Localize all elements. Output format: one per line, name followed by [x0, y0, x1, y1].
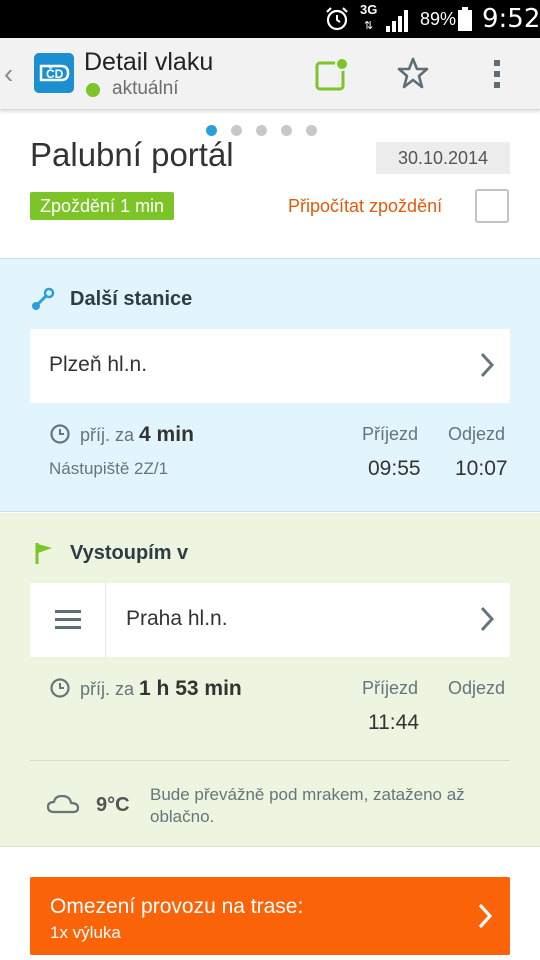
arrival-time: 09:55 — [368, 457, 421, 480]
alert-subtitle: 1x výluka — [50, 923, 121, 942]
eta-prefix: příj. za — [80, 425, 135, 445]
destination-card[interactable]: Praha hl.n. — [30, 583, 510, 657]
screen-title: Detail vlaku — [84, 48, 214, 76]
svg-text:ČD: ČD — [46, 66, 64, 81]
route-icon — [32, 287, 55, 310]
portal-icon[interactable] — [314, 56, 350, 92]
divider — [30, 760, 510, 761]
network-type: 3G — [360, 2, 378, 17]
menu-icon — [55, 610, 81, 629]
cd-logo[interactable]: ČD — [34, 53, 74, 93]
departure-time: 10:07 — [455, 457, 508, 480]
network-activity-icon: ⇅ — [364, 20, 374, 32]
eta-text: příj. za 1 h 53 min — [80, 677, 242, 701]
add-delay-label[interactable]: Připočítat zpoždění — [288, 196, 442, 217]
overflow-menu-icon[interactable] — [488, 58, 506, 90]
alarm-icon — [326, 7, 348, 31]
chevron-right-icon — [480, 606, 495, 632]
page-dot[interactable] — [206, 125, 217, 136]
menu-button[interactable] — [30, 583, 106, 657]
eta-prefix: příj. za — [80, 679, 135, 699]
service-alert-button[interactable]: Omezení provozu na trase: 1x výluka — [30, 877, 510, 955]
next-station-section: Další stanice Plzeň hl.n. příj. za 4 min… — [0, 258, 540, 512]
cloud-icon — [46, 794, 80, 814]
page-title: Palubní portál — [30, 136, 234, 173]
platform-label: Nástupiště 2Z/1 — [49, 459, 169, 478]
screen-subtitle: aktuální — [112, 78, 179, 99]
clock-icon — [50, 424, 70, 444]
flag-icon — [35, 543, 52, 564]
page-dot[interactable] — [281, 125, 292, 136]
section-title: Další stanice — [70, 288, 193, 310]
clock-time: 9:52 — [482, 4, 540, 34]
delay-badge: Zpoždění 1 min — [30, 192, 175, 220]
eta-value: 4 min — [139, 423, 194, 446]
alert-title: Omezení provozu na trase: — [50, 895, 304, 918]
page-dot[interactable] — [306, 125, 317, 136]
eta-text: příj. za 4 min — [80, 423, 194, 447]
section-title: Vystoupím v — [70, 542, 189, 564]
weather-temperature: 9°C — [96, 794, 130, 816]
arrival-header: Příjezd — [362, 424, 419, 444]
departure-header: Odjezd — [448, 678, 506, 698]
page-dot[interactable] — [256, 125, 267, 136]
page-dot[interactable] — [231, 125, 242, 136]
weather-description: Bude převážně pod mrakem, zataženo až ob… — [150, 785, 465, 826]
battery-icon — [458, 7, 472, 31]
station-name: Praha hl.n. — [126, 607, 228, 630]
status-bar: 3G ⇅ 89% 9:52 — [0, 0, 540, 38]
date-label: 30.10.2014 — [376, 142, 510, 174]
star-icon[interactable] — [396, 56, 430, 90]
signal-icon — [386, 10, 408, 32]
destination-section: Vystoupím v Praha hl.n. příj. za 1 h 53 … — [0, 513, 540, 847]
departure-header: Odjezd — [448, 424, 506, 444]
arrival-time: 11:44 — [368, 711, 419, 734]
station-name: Plzeň hl.n. — [49, 353, 148, 376]
battery-percent: 89% — [420, 9, 457, 29]
chevron-right-icon — [480, 352, 495, 378]
clock-icon — [50, 678, 70, 698]
back-chevron-icon[interactable]: ‹ — [4, 58, 13, 90]
live-status-dot — [86, 83, 100, 97]
arrival-header: Příjezd — [362, 678, 419, 698]
action-bar: ‹ ČD Detail vlaku aktuální — [0, 38, 540, 110]
eta-value: 1 h 53 min — [139, 677, 242, 700]
chevron-right-icon — [478, 903, 493, 929]
add-delay-checkbox[interactable] — [475, 189, 509, 223]
next-station-card[interactable]: Plzeň hl.n. — [30, 329, 510, 403]
